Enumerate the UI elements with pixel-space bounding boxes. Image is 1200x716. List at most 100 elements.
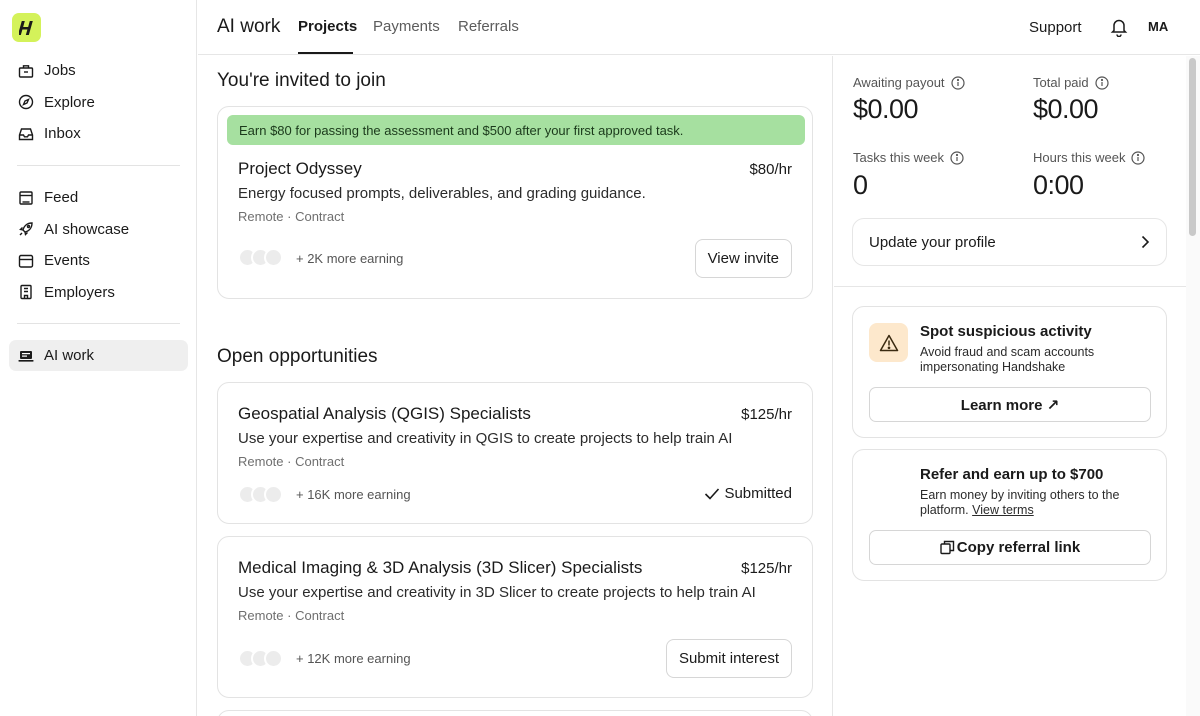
sidebar-item-jobs[interactable]: Jobs [9,55,188,86]
update-profile-label: Update your profile [869,233,996,251]
submit-interest-button[interactable]: Submit interest [665,639,792,678]
sidebar-item-feed[interactable]: Feed [9,182,188,213]
checkmark-icon [705,487,720,500]
opportunity-rate: $125/hr [741,406,792,423]
project-title: Project Odyssey [238,159,362,178]
info-icon[interactable] [1095,75,1109,90]
nav-group-secondary: Feed AI showcase Events Employers [9,182,188,308]
sidebar-item-events[interactable]: Events [9,245,188,276]
earning-count: + 12K more earning [296,651,411,666]
opportunity-card[interactable] [217,710,813,716]
main-content: You're invited to join Earn $80 for pass… [198,56,833,716]
sidebar-item-label: Inbox [44,125,81,142]
opportunity-title: Medical Imaging & 3D Analysis (3D Slicer… [238,558,643,577]
total-paid-value: $0.00 [1033,94,1099,124]
building-icon [18,284,34,300]
project-meta: Remote · Contract [238,209,345,224]
stat-label-text: Total paid [1033,75,1089,90]
warning-icon [879,334,898,351]
handshake-logo[interactable] [12,13,41,42]
scrollbar-thumb[interactable] [1189,58,1196,236]
avatar [264,248,283,267]
laptop-icon [18,348,34,364]
avatar[interactable]: MA [1148,19,1168,34]
opportunity-description: Use your expertise and creativity in QGI… [238,430,733,447]
earning-count: + 2K more earning [296,251,404,266]
view-invite-button[interactable]: View invite [694,239,792,278]
sidebar-item-ai-work[interactable]: AI work [9,340,188,371]
briefcase-icon [18,63,34,79]
suspicious-text: Avoid fraud and scam accounts impersonat… [920,345,1095,374]
copy-referral-button[interactable]: Copy referral link [869,530,1151,565]
chevron-right-icon [1141,235,1150,249]
learn-more-button[interactable]: Learn more ↗ [869,387,1151,422]
right-panel: Awaiting payout $0.00 Total paid $0.00 T… [834,56,1186,716]
open-section-title: Open opportunities [217,346,378,367]
suspicious-activity-card: Spot suspicious activity Avoid fraud and… [852,306,1167,438]
submitted-status: Submitted [704,485,792,502]
info-icon[interactable] [1131,150,1146,165]
earner-avatars [238,649,283,668]
avatar [264,485,283,504]
opportunity-card[interactable]: Geospatial Analysis (QGIS) Specialists $… [217,382,813,524]
info-icon[interactable] [950,75,965,90]
stat-label-text: Hours this week [1033,150,1126,165]
nav-group-tertiary: AI work [9,340,188,372]
opportunity-rate: $125/hr [741,560,792,577]
tab-payments[interactable]: Payments [373,18,440,35]
sidebar: Jobs Explore Inbox Feed AI showcase Even… [0,0,197,716]
view-terms-link[interactable]: View terms [972,503,1034,517]
compass-icon [18,94,34,110]
sidebar-item-explore[interactable]: Explore [9,87,188,118]
total-paid-label: Total paid [1033,75,1109,90]
opportunity-card[interactable]: Medical Imaging & 3D Analysis (3D Slicer… [217,536,813,698]
sidebar-item-label: Feed [44,189,79,206]
sidebar-item-label: Explore [44,93,95,111]
earner-avatars [238,485,283,504]
tab-referrals[interactable]: Referrals [458,18,519,35]
refer-title: Refer and earn up to $700 [920,466,1104,483]
panel-divider [834,286,1186,287]
sidebar-item-label: Jobs [44,62,76,79]
sidebar-item-label: AI showcase [44,220,130,238]
earn-banner: Earn $80 for passing the assessment and … [227,115,805,145]
stat-label-text: Awaiting payout [853,75,945,90]
tasks-week-value: 0 [853,170,868,200]
sidebar-item-label: Employers [44,283,115,301]
copy-icon [940,540,954,555]
submitted-label: Submitted [724,485,792,502]
top-header: AI work Projects Payments Referrals Supp… [198,0,1200,55]
sidebar-divider [17,165,180,166]
hours-week-value: 0:00 [1033,170,1084,200]
project-description: Energy focused prompts, deliverables, an… [238,185,646,202]
awaiting-payout-value: $0.00 [853,94,919,124]
bell-icon[interactable] [1109,17,1129,38]
update-profile-row[interactable]: Update your profile [852,218,1167,266]
avatar [264,649,283,668]
tab-projects[interactable]: Projects [298,18,357,35]
suspicious-title: Spot suspicious activity [920,323,1092,340]
earning-count: + 16K more earning [296,487,411,502]
nav-group-primary: Jobs Explore Inbox [9,55,188,150]
earner-avatars [238,248,283,267]
sidebar-item-employers[interactable]: Employers [9,277,188,308]
page-title: AI work [217,16,281,37]
invite-card[interactable]: Earn $80 for passing the assessment and … [217,106,813,299]
opportunity-title: Geospatial Analysis (QGIS) Specialists [238,404,531,423]
sidebar-item-ai-showcase[interactable]: AI showcase [9,214,188,245]
opportunity-description: Use your expertise and creativity in 3D … [238,584,756,601]
sidebar-item-inbox[interactable]: Inbox [9,118,188,149]
active-tab-indicator [298,52,353,54]
sidebar-divider [17,323,180,324]
hours-week-label: Hours this week [1033,150,1146,165]
sidebar-item-label: AI work [44,347,95,364]
opportunity-meta: Remote · Contract [238,454,345,469]
awaiting-payout-label: Awaiting payout [853,75,965,90]
invited-section-title: You're invited to join [217,70,386,91]
feed-icon [18,190,34,206]
scrollbar[interactable] [1186,56,1200,716]
info-icon[interactable] [950,150,964,165]
warning-icon-box [869,323,908,362]
support-link[interactable]: Support [1029,19,1082,36]
copy-referral-label: Copy referral link [956,539,1081,556]
